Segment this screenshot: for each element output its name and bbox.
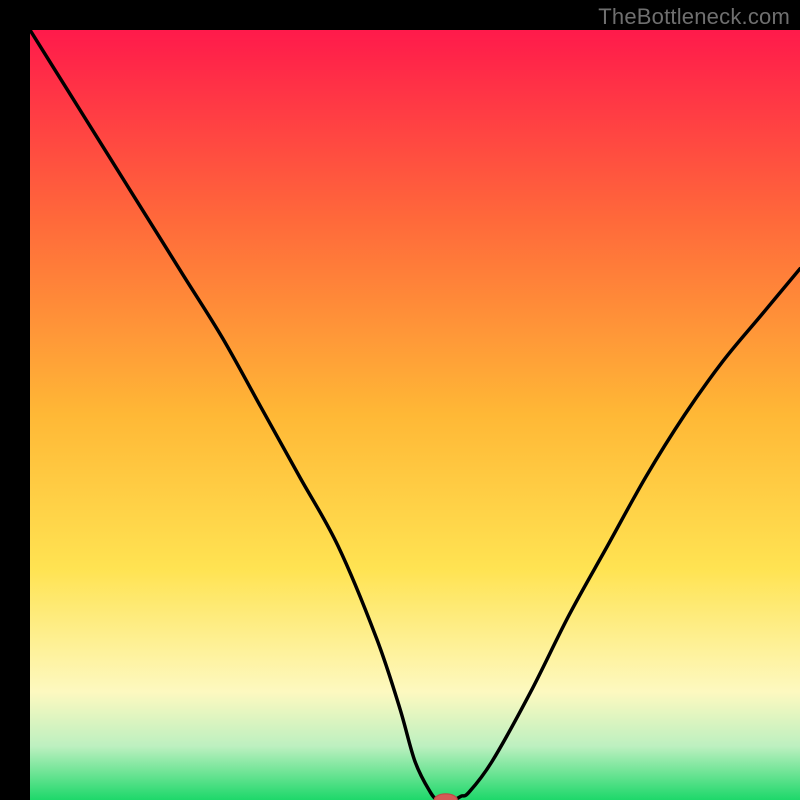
watermark-text: TheBottleneck.com [598, 4, 790, 30]
chart-frame: TheBottleneck.com [0, 0, 800, 800]
chart-svg [30, 30, 800, 800]
plot-area [30, 30, 800, 800]
